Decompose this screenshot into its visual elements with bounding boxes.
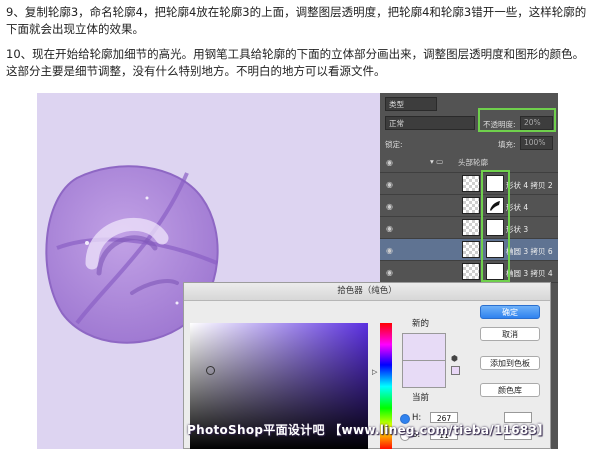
hue-slider-arrow-icon: ▷ [372, 368, 378, 376]
watermark-text: PhotoShop平面设计吧 【www.lineg.com/tieba/1168… [187, 423, 550, 437]
out-of-gamut-cube-icon[interactable]: ⬢ [451, 354, 458, 363]
layer-thumbnail [462, 263, 480, 280]
color-cursor[interactable] [206, 366, 215, 375]
layer-name: 形状 4 拷贝 2 [506, 181, 553, 190]
layer-group-row[interactable]: ◉ ▾ ▭ 头部轮廓 [380, 151, 558, 173]
layer-thumbnail [462, 197, 480, 214]
ok-button[interactable]: 确定 [480, 305, 540, 319]
photoshop-screenshot: 类型 正常 不透明度: 20% 锁定: 填充: 100% ◉ ▾ ▭ 头部轮廓 … [37, 93, 558, 449]
layer-row-selected[interactable]: ◉ 椭圆 3 拷贝 6 [380, 239, 558, 261]
layer-thumbnail [462, 175, 480, 192]
layer-row[interactable]: ◉ 形状 3 [380, 217, 558, 239]
layer-name: 椭圆 3 拷贝 6 [506, 247, 553, 256]
current-color-label: 当前 [412, 393, 430, 403]
visibility-eye-icon[interactable]: ◉ [386, 268, 393, 277]
color-libraries-label: 颜色库 [498, 386, 522, 395]
blend-mode-select[interactable]: 正常 [385, 116, 475, 130]
filter-kind-label: 类型 [389, 100, 404, 109]
layer-filter-select[interactable]: 类型 [385, 97, 437, 111]
layer-row[interactable]: ◉ 形状 4 [380, 195, 558, 217]
step-9-text: 9、复制轮廓3，命名轮廓4，把轮廓4放在轮廓3的上面，调整图层透明度，把轮廓4和… [6, 5, 587, 36]
fill-label: 填充: [498, 140, 516, 149]
layer-thumbnail [462, 219, 480, 236]
visibility-eye-icon[interactable]: ◉ [386, 180, 393, 189]
step-10-text: 10、现在开始给轮廓加细节的高光。用钢笔工具给轮廓的下面的立体部分画出来，调整图… [6, 47, 585, 78]
fill-value: 100% [524, 138, 546, 147]
add-to-swatches-label: 添加到色板 [490, 359, 530, 368]
color-libraries-button[interactable]: 颜色库 [480, 383, 540, 397]
group-name: 头部轮廓 [458, 158, 488, 167]
layer-row[interactable]: ◉ 椭圆 3 拷贝 4 [380, 261, 558, 283]
new-color-swatch [402, 333, 446, 361]
fill-input[interactable]: 100% [520, 136, 553, 150]
layer-name: 椭圆 3 拷贝 4 [506, 269, 553, 278]
visibility-eye-icon[interactable]: ◉ [386, 246, 393, 255]
visibility-eye-icon[interactable]: ◉ [386, 158, 393, 167]
layer-highlight-box [481, 170, 510, 282]
lock-label: 锁定: [385, 140, 403, 149]
new-color-label: 新的 [412, 319, 430, 329]
cancel-button[interactable]: 取消 [480, 327, 540, 341]
opacity-highlight-box [478, 108, 556, 132]
layer-row[interactable]: ◉ 形状 4 拷贝 2 [380, 173, 558, 195]
blend-mode-value: 正常 [389, 119, 404, 128]
cancel-button-label: 取消 [502, 330, 518, 339]
ok-button-label: 确定 [502, 308, 518, 317]
web-color-swatch[interactable] [451, 366, 460, 375]
layer-thumbnail [462, 241, 480, 258]
dialog-title: 拾色器（纯色） [184, 283, 550, 301]
current-color-swatch[interactable] [402, 360, 446, 388]
visibility-eye-icon[interactable]: ◉ [386, 224, 393, 233]
add-to-swatches-button[interactable]: 添加到色板 [480, 356, 540, 370]
visibility-eye-icon[interactable]: ◉ [386, 202, 393, 211]
folder-icon: ▾ ▭ [430, 157, 444, 166]
